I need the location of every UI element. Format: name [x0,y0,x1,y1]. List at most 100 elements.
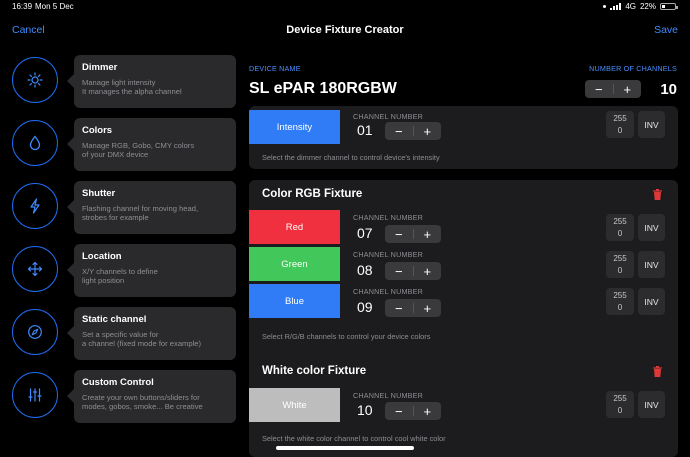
home-indicator[interactable] [276,446,414,450]
channel-range-box[interactable]: 255 0 [606,214,634,241]
channel-number-value: 01 [357,122,373,138]
channel-name: Intensity [276,121,313,133]
channel-name: Green [281,258,308,270]
channel-count-decrement-button[interactable]: − [585,80,613,98]
custom-control-card[interactable]: Custom Control Create your own buttons/s… [67,370,236,423]
invert-button[interactable]: INV [638,214,665,241]
channel-number-value: 08 [357,262,373,278]
channel-number-value: 10 [357,402,373,418]
save-button[interactable]: Save [654,24,678,36]
sidebar-item-title: Colors [82,125,113,136]
channel-min-value: 0 [617,228,623,238]
trash-icon[interactable] [653,189,662,200]
channel-color-swatch[interactable]: Blue [249,284,340,318]
invert-button[interactable]: INV [638,251,665,278]
sidebar-item-dimmer[interactable]: Dimmer Manage light intensity It manages… [0,55,240,109]
channel-number-stepper: − + [385,225,441,243]
sidebar-item-static-channel[interactable]: Static channel Set a specific value for … [0,307,240,361]
battery-percent: 22% [639,2,656,11]
sidebar-item-desc: X/Y channels to define light position [82,267,158,285]
channel-decrement-button[interactable]: − [385,262,413,280]
channel-range-box[interactable]: 255 0 [606,111,634,138]
channel-number-stepper: − + [385,262,441,280]
sidebar-item-title: Shutter [82,188,116,199]
channel-increment-button[interactable]: + [414,299,442,317]
trash-icon[interactable] [653,366,662,377]
invert-button[interactable]: INV [638,391,665,418]
location-dot-icon [603,5,607,8]
channel-count-value: 10 [660,81,677,98]
dimmer-circle-button[interactable] [12,57,58,103]
colors-card[interactable]: Colors Manage RGB, Gobo, CMY colors of y… [67,118,236,171]
channel-increment-button[interactable]: + [414,225,442,243]
status-time: 16:39 [12,2,33,11]
channel-color-swatch[interactable]: Intensity [249,110,340,144]
channel-max-value: 255 [613,290,627,300]
battery-fill [662,5,665,8]
channel-number-label: CHANNEL NUMBER [353,112,424,121]
sliders-icon [28,388,42,402]
network-type: 4G [625,2,636,11]
channel-count-stepper: − + [585,80,641,98]
channel-range-box[interactable]: 255 0 [606,391,634,418]
channel-name: Red [285,221,304,233]
channel-max-value: 255 [613,253,627,263]
sidebar-item-title: Location [82,251,122,262]
status-indicators: 4G 22% [603,2,678,11]
sidebar-item-colors[interactable]: Colors Manage RGB, Gobo, CMY colors of y… [0,118,240,172]
channel-number-stepper: − + [385,402,441,420]
channel-decrement-button[interactable]: − [385,299,413,317]
channel-max-value: 255 [613,393,627,403]
invert-button[interactable]: INV [638,288,665,315]
custom-control-circle-button[interactable] [12,372,58,418]
dimmer-card[interactable]: Dimmer Manage light intensity It manages… [67,55,236,108]
panel-footer-text: Select the dimmer channel to control dev… [262,153,440,162]
channel-decrement-button[interactable]: − [385,402,413,420]
status-date: Mon 5 Dec [35,2,74,11]
colors-circle-button[interactable] [12,120,58,166]
sidebar-item-title: Custom Control [82,377,154,388]
panel-footer-text: Select R/G/B channels to control your de… [262,332,431,341]
invert-button[interactable]: INV [638,111,665,138]
sidebar-item-desc: Manage light intensity It manages the al… [82,78,182,96]
channel-max-value: 255 [613,216,627,226]
sidebar-item-title: Static channel [82,314,147,325]
channel-min-value: 0 [617,405,623,415]
channel-range-box[interactable]: 255 0 [606,288,634,315]
channel-number-value: 07 [357,225,373,241]
location-circle-button[interactable] [12,246,58,292]
channel-increment-button[interactable]: + [414,262,442,280]
channel-increment-button[interactable]: + [414,122,442,140]
channel-number-label: CHANNEL NUMBER [353,213,424,222]
sidebar-item-desc: Manage RGB, Gobo, CMY colors of your DMX… [82,141,195,159]
drop-icon [29,135,41,151]
channel-count-increment-button[interactable]: + [614,80,642,98]
channel-color-swatch[interactable]: Red [249,210,340,244]
channel-number-stepper: − + [385,299,441,317]
location-card[interactable]: Location X/Y channels to define light po… [67,244,236,297]
channels-count-label: NUMBER OF CHANNELS [589,64,677,73]
channel-color-swatch[interactable]: White [249,388,340,422]
shutter-circle-button[interactable] [12,183,58,229]
sidebar-item-custom-control[interactable]: Custom Control Create your own buttons/s… [0,370,240,424]
channel-decrement-button[interactable]: − [385,225,413,243]
channel-increment-button[interactable]: + [414,402,442,420]
sidebar-item-location[interactable]: Location X/Y channels to define light po… [0,244,240,298]
sidebar-item-desc: Flashing channel for moving head, strobe… [82,204,199,222]
channel-color-swatch[interactable]: Green [249,247,340,281]
panel-title: Color RGB Fixture [262,188,363,200]
channel-min-value: 0 [617,265,623,275]
channel-number-value: 09 [357,299,373,315]
sidebar-item-shutter[interactable]: Shutter Flashing channel for moving head… [0,181,240,235]
shutter-card[interactable]: Shutter Flashing channel for moving head… [67,181,236,234]
static-channel-circle-button[interactable] [12,309,58,355]
channel-range-box[interactable]: 255 0 [606,251,634,278]
sun-icon [27,72,43,88]
device-name-field[interactable]: SL ePAR 180RGBW [249,80,397,98]
channel-decrement-button[interactable]: − [385,122,413,140]
compass-icon [28,325,42,339]
panel-title: White color Fixture [262,365,367,377]
channel-name: White [282,399,307,411]
static-channel-card[interactable]: Static channel Set a specific value for … [67,307,236,360]
bolt-icon [30,198,40,214]
